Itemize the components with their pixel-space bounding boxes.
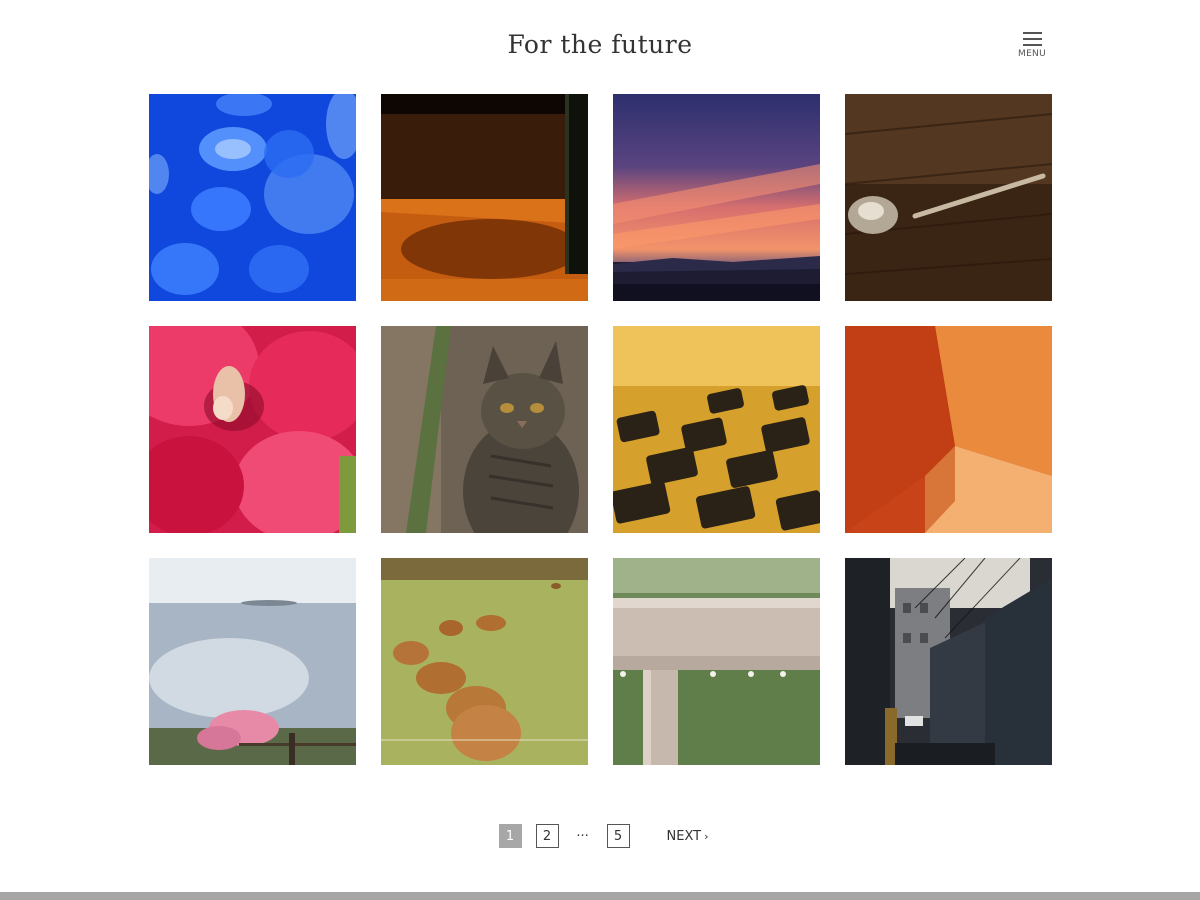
chevron-right-icon: ›: [704, 829, 709, 843]
photo-thumbnail-spoon[interactable]: [845, 94, 1052, 301]
photo-thumbnail-table-shadow[interactable]: [381, 94, 588, 301]
menu-button[interactable]: MENU: [1012, 30, 1052, 66]
photo-gallery: [149, 94, 1052, 765]
menu-label: MENU: [1018, 49, 1046, 59]
photo-thumbnail-sunset[interactable]: [613, 94, 820, 301]
page-5-link[interactable]: 5: [606, 824, 630, 848]
footer-bar: [0, 892, 1200, 900]
hamburger-icon: [1022, 32, 1042, 46]
photo-thumbnail-jellyfish[interactable]: [149, 94, 356, 301]
pagination: 1 2 ··· 5 NEXT ›: [0, 824, 1200, 848]
next-page-link[interactable]: NEXT ›: [667, 829, 709, 844]
photo-thumbnail-hibiscus[interactable]: [149, 326, 356, 533]
page-2-link[interactable]: 2: [535, 824, 559, 848]
page-1-current: 1: [498, 824, 522, 848]
photo-thumbnail-orange-room[interactable]: [845, 326, 1052, 533]
next-label: NEXT: [666, 828, 702, 844]
photo-thumbnail-cows[interactable]: [381, 558, 588, 765]
photo-thumbnail-cat[interactable]: [381, 326, 588, 533]
photo-thumbnail-sea-view[interactable]: [149, 558, 356, 765]
photo-thumbnail-alley[interactable]: [845, 558, 1052, 765]
photo-thumbnail-railing[interactable]: [613, 558, 820, 765]
pagination-ellipsis: ···: [576, 828, 589, 844]
photo-thumbnail-keyboard[interactable]: [613, 326, 820, 533]
